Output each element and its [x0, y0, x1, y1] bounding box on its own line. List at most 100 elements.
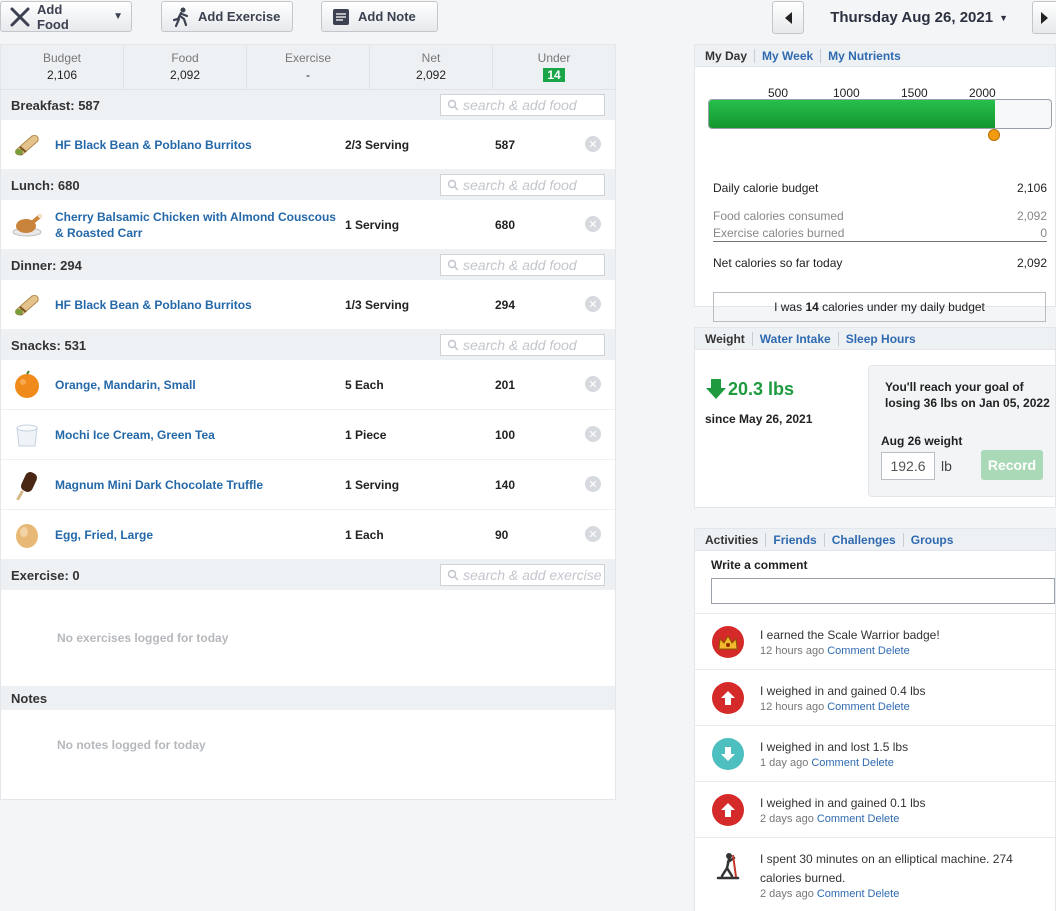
my-day-panel: My Day My Week My Nutrients 500 1000 150…	[694, 44, 1056, 322]
activities-panel: Activities Friends Challenges Groups Wri…	[694, 528, 1056, 911]
record-weight-button[interactable]: Record	[981, 450, 1043, 480]
weight-panel: Weight Water Intake Sleep Hours 20.3 lbs…	[694, 327, 1056, 508]
lunch-search-input[interactable]: search & add food	[440, 174, 605, 196]
food-consumed-row: Food calories consumed 2,092	[713, 209, 1047, 223]
delete-link[interactable]: Delete	[878, 645, 910, 657]
calorie-progress: 500 1000 1500 2000	[695, 67, 1055, 141]
orange-icon	[9, 367, 45, 403]
tab-weight[interactable]: Weight	[705, 332, 752, 346]
food-calories: 90	[495, 527, 509, 542]
tab-my-day[interactable]: My Day	[705, 49, 754, 63]
tab-my-nutrients[interactable]: My Nutrients	[820, 48, 908, 63]
notes-empty-text: No notes logged for today	[57, 738, 206, 752]
food-calories: 100	[495, 427, 516, 442]
search-icon	[447, 339, 459, 351]
food-name-link[interactable]: Mochi Ice Cream, Green Tea	[55, 427, 345, 443]
delete-icon[interactable]: ✕	[585, 376, 601, 392]
activity-item: I weighed in and gained 0.4 lbs 12 hours…	[695, 669, 1055, 725]
budget-status-box: I was 14 calories under my daily budget	[713, 292, 1046, 322]
ice-cream-bar-icon	[9, 467, 45, 503]
tab-my-week[interactable]: My Week	[754, 48, 820, 63]
delete-icon[interactable]: ✕	[585, 216, 601, 232]
food-quantity[interactable]: 2/3 Serving	[345, 138, 495, 152]
burrito-icon	[9, 127, 45, 163]
food-quantity[interactable]: 1 Piece	[345, 428, 495, 442]
summary-exercise: Exercise -	[247, 45, 370, 89]
delete-link[interactable]: Delete	[878, 701, 910, 713]
dinner-title: Dinner: 294	[11, 257, 82, 273]
exercise-title: Exercise: 0	[11, 567, 80, 583]
exercise-header: Exercise: 0 search & add exercise	[1, 560, 615, 590]
breakfast-header: Breakfast: 587 search & add food	[1, 90, 615, 120]
delete-icon[interactable]: ✕	[585, 136, 601, 152]
tab-friends[interactable]: Friends	[765, 532, 823, 547]
food-name-link[interactable]: Egg, Fried, Large	[55, 527, 345, 543]
activity-text: I earned the Scale Warrior badge!	[760, 628, 940, 642]
food-row: Egg, Fried, Large 1 Each 90 ✕	[1, 510, 615, 560]
food-quantity[interactable]: 1 Serving	[345, 218, 495, 232]
activity-text: I weighed in and lost 1.5 lbs	[760, 740, 909, 754]
food-quantity[interactable]: 5 Each	[345, 378, 495, 392]
activity-item: I spent 30 minutes on an elliptical mach…	[695, 837, 1055, 909]
comment-link[interactable]: Comment	[817, 888, 865, 900]
progress-tick: 2000	[969, 86, 996, 100]
food-quantity[interactable]: 1 Each	[345, 528, 495, 542]
breakfast-search-input[interactable]: search & add food	[440, 94, 605, 116]
food-name-link[interactable]: HF Black Bean & Poblano Burritos	[55, 297, 345, 313]
add-food-button[interactable]: Add Food ▼	[0, 1, 132, 32]
weight-input[interactable]: 192.6	[881, 452, 935, 480]
summary-net: Net 2,092	[370, 45, 493, 89]
tab-groups[interactable]: Groups	[902, 532, 961, 547]
tab-challenges[interactable]: Challenges	[823, 532, 903, 547]
activity-item: I earned the Scale Warrior badge! 12 hou…	[695, 613, 1055, 669]
date-selector[interactable]: Thursday Aug 26, 2021 ▼	[830, 9, 1008, 26]
net-calories-row: Net calories so far today 2,092	[713, 256, 1047, 270]
delete-link[interactable]: Delete	[868, 888, 900, 900]
snacks-title: Snacks: 531	[11, 337, 87, 353]
progress-track	[708, 99, 1052, 129]
delete-link[interactable]: Delete	[862, 757, 894, 769]
comment-link[interactable]: Comment	[827, 701, 875, 713]
add-note-button[interactable]: Add Note	[321, 1, 438, 32]
exercise-empty-area: No exercises logged for today	[1, 590, 615, 686]
food-row: Cherry Balsamic Chicken with Almond Cous…	[1, 200, 615, 250]
dinner-search-input[interactable]: search & add food	[440, 254, 605, 276]
arrow-right-icon	[1040, 11, 1048, 24]
add-food-label: Add Food	[37, 1, 69, 32]
comment-link[interactable]: Comment	[811, 757, 859, 769]
tab-sleep-hours[interactable]: Sleep Hours	[837, 331, 923, 346]
delete-icon[interactable]: ✕	[585, 296, 601, 312]
delete-icon[interactable]: ✕	[585, 476, 601, 492]
weight-since: since May 26, 2021	[705, 412, 813, 426]
previous-day-button[interactable]	[772, 1, 805, 34]
delete-icon[interactable]: ✕	[585, 426, 601, 442]
food-name-link[interactable]: Magnum Mini Dark Chocolate Truffle	[55, 477, 345, 493]
food-name-link[interactable]: Cherry Balsamic Chicken with Almond Cous…	[55, 209, 345, 241]
lunch-header: Lunch: 680 search & add food	[1, 170, 615, 200]
next-day-button[interactable]	[1032, 1, 1056, 34]
food-name-link[interactable]: HF Black Bean & Poblano Burritos	[55, 137, 345, 153]
arrow-left-icon	[785, 11, 793, 24]
summary-budget: Budget 2,106	[1, 45, 124, 89]
tab-water-intake[interactable]: Water Intake	[751, 331, 838, 346]
food-name-link[interactable]: Orange, Mandarin, Small	[55, 377, 345, 393]
snacks-header: Snacks: 531 search & add food	[1, 330, 615, 360]
delete-link[interactable]: Delete	[868, 813, 900, 825]
delete-icon[interactable]: ✕	[585, 526, 601, 542]
dinner-header: Dinner: 294 search & add food	[1, 250, 615, 280]
date-navigator: Thursday Aug 26, 2021 ▼	[772, 1, 1056, 34]
comment-input[interactable]	[711, 578, 1055, 604]
food-quantity[interactable]: 1 Serving	[345, 478, 495, 492]
add-exercise-button[interactable]: Add Exercise	[161, 1, 293, 32]
exercise-search-input[interactable]: search & add exercise	[440, 564, 605, 586]
comment-link[interactable]: Comment	[817, 813, 865, 825]
search-icon	[447, 179, 459, 191]
food-quantity[interactable]: 1/3 Serving	[345, 298, 495, 312]
food-calories: 680	[495, 217, 516, 232]
weight-unit: lb	[941, 458, 952, 474]
snacks-search-input[interactable]: search & add food	[440, 334, 605, 356]
weight-tabs: Weight Water Intake Sleep Hours	[695, 328, 1055, 350]
comment-link[interactable]: Comment	[827, 645, 875, 657]
tab-activities[interactable]: Activities	[705, 533, 765, 547]
status-badge: 14	[543, 68, 565, 82]
